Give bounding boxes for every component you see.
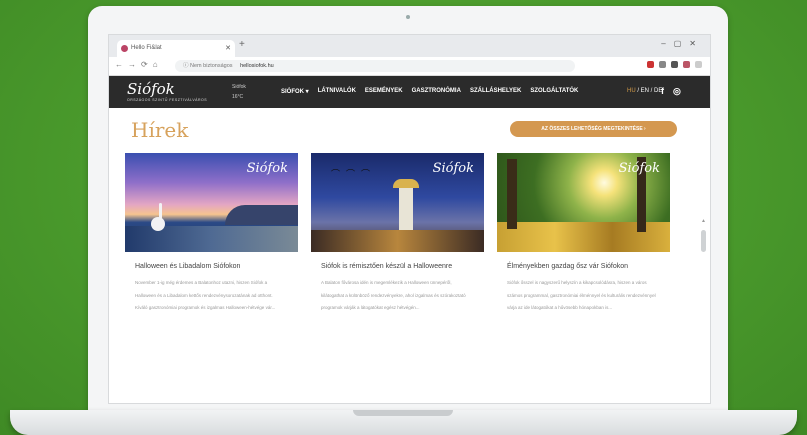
town-shape — [311, 230, 484, 252]
url-text: hellosiofok.hu — [240, 63, 274, 69]
extension-icon[interactable] — [647, 61, 654, 68]
site-logo[interactable]: Siófok — [127, 80, 175, 98]
shoreline-shape — [225, 205, 298, 225]
menu-item-szallashelyek[interactable]: SZÁLLÁSHELYEK — [470, 88, 521, 95]
menu-item-esemenyek[interactable]: ESEMÉNYEK — [365, 88, 403, 95]
site-header: Siófok ORSZÁGOS SZINTŰ FESZTIVÁLVÁROS Si… — [109, 76, 710, 108]
lake-shore-shape — [125, 226, 298, 252]
tab-title: Hello Fi&lat — [131, 45, 162, 51]
logo-subtitle: ORSZÁGOS SZINTŰ FESZTIVÁLVÁROS — [127, 98, 208, 102]
weather-widget: Siófok 16°C — [232, 82, 246, 102]
extension-icon[interactable] — [671, 61, 678, 68]
news-card-title[interactable]: Élményekben gazdag ősz vár Siófokon — [497, 262, 670, 271]
image-logo: Siófok — [618, 161, 660, 176]
news-card-title[interactable]: Halloween és Libadalom Siófokon — [125, 262, 298, 271]
menu-item-latnivalok[interactable]: LÁTNIVALÓK — [318, 88, 356, 95]
instagram-icon[interactable]: ◎ — [673, 86, 681, 96]
window-controls[interactable]: –▢✕ — [661, 39, 704, 48]
main-menu: SIÓFOK ▾ LÁTNIVALÓK ESEMÉNYEK GASZTRONÓM… — [281, 88, 578, 95]
favicon-icon — [121, 45, 128, 52]
menu-icon[interactable] — [695, 61, 702, 68]
security-label: Nem biztonságos — [190, 63, 233, 69]
news-card-title[interactable]: Siófok is rémisztően készül a Halloweenr… — [311, 262, 484, 271]
swan-neck-shape — [159, 203, 162, 219]
address-bar: ←→⟳⌂ ⓘ Nem biztonságos hellosiofok.hu — [109, 57, 710, 76]
news-card[interactable]: ⌒⌒⌒ Siófok Siófok is rémisztően készül a… — [311, 153, 484, 315]
browser-window: Hello Fi&lat ✕ + –▢✕ ←→⟳⌂ ⓘ Nem biztonsá… — [108, 34, 711, 404]
info-icon: ⓘ — [183, 63, 191, 69]
tree-trunk-shape — [507, 159, 517, 229]
tab-bar: Hello Fi&lat ✕ + –▢✕ — [109, 35, 710, 57]
news-card-excerpt: November 1-ig még érdemes a Balatonhoz u… — [135, 280, 276, 310]
news-card-excerpt: Siófok ősszel is nagyszerű helyszín a ki… — [507, 280, 656, 310]
news-card[interactable]: Siófok Élményekben gazdag ősz vár Siófok… — [497, 153, 670, 315]
url-input[interactable]: ⓘ Nem biztonságos hellosiofok.hu — [175, 60, 575, 72]
menu-item-gasztronomia[interactable]: GASZTRONÓMIA — [412, 88, 461, 95]
scrollbar-thumb[interactable] — [701, 230, 706, 252]
menu-item-szolgaltatok[interactable]: SZOLGÁLTATÓK — [530, 88, 578, 95]
news-card-excerpt: A Balaton fővárosa idén is megemlékezik … — [321, 280, 466, 310]
image-logo: Siófok — [246, 161, 288, 176]
nav-buttons[interactable]: ←→⟳⌂ — [115, 60, 163, 69]
lang-others[interactable]: / EN / DE — [636, 88, 662, 94]
news-card-image[interactable]: Siófok — [497, 153, 670, 252]
scroll-up-icon[interactable]: ▲ — [701, 218, 706, 224]
weather-value: 16°C — [232, 94, 244, 100]
laptop-notch — [353, 410, 453, 416]
close-tab-icon[interactable]: ✕ — [225, 40, 231, 57]
webcam-icon — [406, 15, 410, 19]
view-all-button[interactable]: AZ ÖSSZES LEHETŐSÉG MEGTEKINTÉSE › — [510, 121, 677, 137]
news-card[interactable]: Siófok Halloween és Libadalom Siófokon N… — [125, 153, 298, 315]
new-tab-icon[interactable]: + — [239, 39, 245, 50]
bats-icon: ⌒⌒⌒ — [331, 169, 377, 179]
profile-icon[interactable] — [683, 61, 690, 68]
swan-shape — [151, 217, 165, 231]
extension-icon[interactable] — [659, 61, 666, 68]
social-links: f ◎ — [661, 86, 681, 96]
water-tower-top-shape — [393, 179, 419, 188]
language-switcher[interactable]: HU / EN / DE — [627, 88, 662, 94]
news-card-image[interactable]: ⌒⌒⌒ Siófok — [311, 153, 484, 252]
image-logo: Siófok — [432, 161, 474, 176]
news-card-image[interactable]: Siófok — [125, 153, 298, 252]
laptop-base — [10, 410, 797, 435]
weather-label: Siófok — [232, 84, 246, 90]
extension-icons — [647, 61, 702, 68]
menu-item-siofok[interactable]: SIÓFOK ▾ — [281, 88, 309, 95]
facebook-icon[interactable]: f — [661, 86, 669, 96]
lang-hu[interactable]: HU — [627, 88, 636, 94]
page-title: Hírek — [131, 118, 189, 142]
browser-tab[interactable]: Hello Fi&lat ✕ — [117, 40, 235, 57]
